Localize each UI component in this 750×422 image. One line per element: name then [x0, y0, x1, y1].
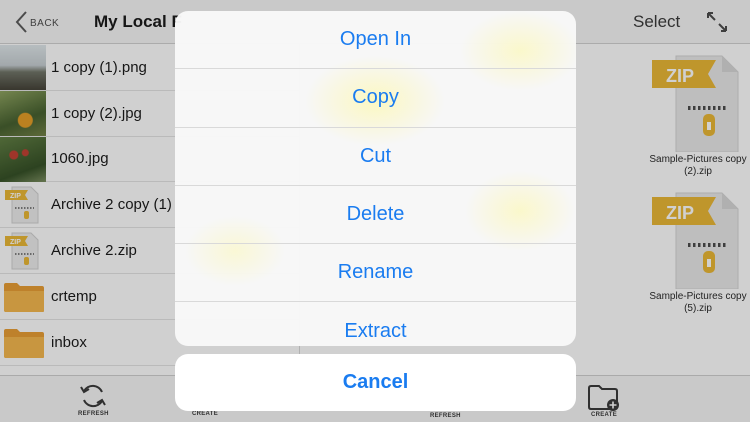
- cancel-button[interactable]: Cancel: [175, 354, 576, 411]
- open-in-option[interactable]: Open In: [175, 11, 576, 70]
- delete-option[interactable]: Delete: [175, 186, 576, 245]
- extract-option[interactable]: Extract: [175, 302, 576, 346]
- file-manager-app: BACK My Local F 1 copy (1).png 1 copy (2…: [0, 0, 750, 422]
- action-sheet: Open In Copy Cut Delete Rename Extract: [175, 11, 576, 346]
- rename-option[interactable]: Rename: [175, 244, 576, 303]
- copy-option[interactable]: Copy: [175, 69, 576, 128]
- cut-option[interactable]: Cut: [175, 128, 576, 186]
